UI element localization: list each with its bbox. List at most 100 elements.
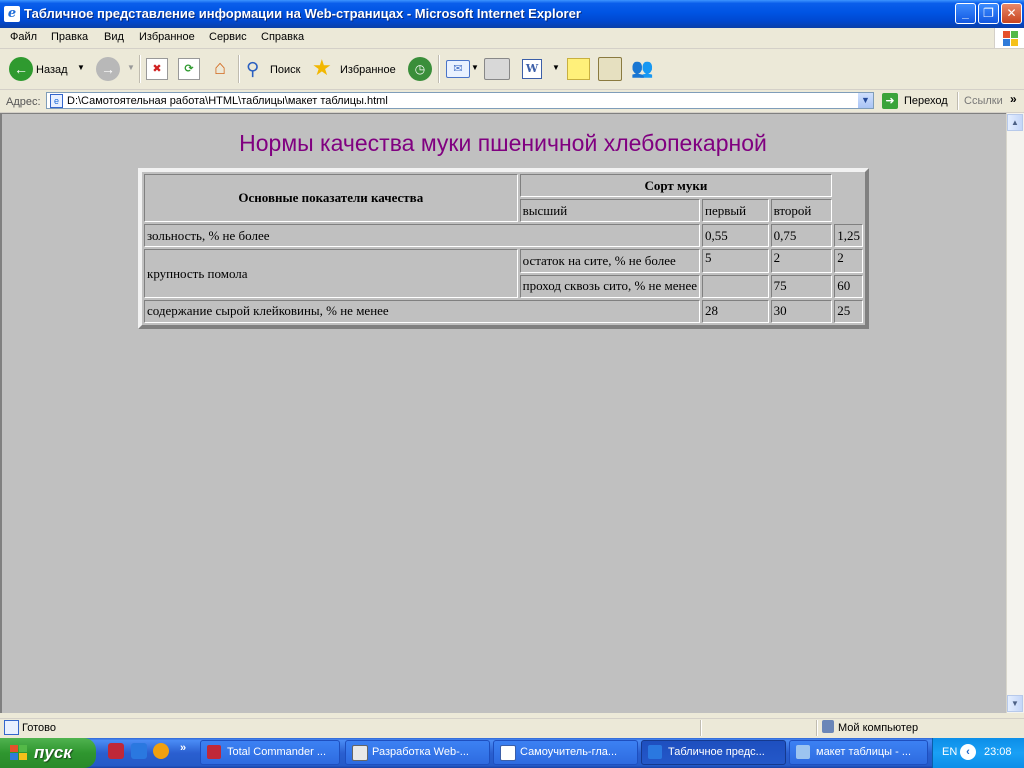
row-label-ash: зольность, % не более — [144, 224, 700, 248]
task-total-commander[interactable]: Total Commander ... — [200, 740, 340, 765]
menu-favorites[interactable]: Избранное — [139, 31, 195, 43]
discuss-note-icon[interactable] — [567, 58, 590, 80]
task-label: макет таблицы - ... — [816, 746, 912, 758]
close-button[interactable]: ✕ — [1001, 3, 1022, 24]
ie-app-icon[interactable]: e — [4, 6, 20, 22]
home-icon[interactable]: ⌂ — [208, 57, 232, 79]
word-edit-icon[interactable]: W — [522, 59, 542, 79]
toolbar-separator — [957, 92, 959, 110]
cell-value: 60 — [834, 274, 863, 298]
task-label: Самоучитель-гла... — [520, 746, 618, 758]
page-heading: Нормы качества муки пшеничной хлебопекар… — [239, 130, 767, 156]
scroll-up-arrow-icon[interactable]: ▲ — [1007, 114, 1023, 131]
quicklaunch-media-player-icon[interactable] — [153, 743, 169, 759]
back-arrow-icon[interactable]: ← — [9, 57, 33, 81]
my-computer-icon — [822, 720, 834, 733]
stop-icon[interactable]: ✖ — [146, 58, 168, 80]
task-label: Табличное предс... — [668, 746, 765, 758]
cell-value: 75 — [770, 274, 833, 298]
notepad-icon — [796, 745, 810, 759]
header-main-indicators: Основные показатели качества — [144, 174, 518, 223]
go-button-label[interactable]: Переход — [904, 95, 948, 107]
page-status-icon — [4, 720, 19, 735]
vertical-scrollbar[interactable] — [1006, 113, 1024, 713]
menu-view[interactable]: Вид — [104, 31, 124, 43]
menu-help[interactable]: Справка — [261, 31, 304, 43]
quicklaunch-more-icon[interactable]: » — [180, 742, 186, 754]
search-icon[interactable]: ⚲ — [246, 58, 268, 80]
status-divider — [816, 720, 818, 736]
quicklaunch-app-icon[interactable] — [108, 743, 124, 759]
total-commander-icon — [207, 745, 221, 759]
task-web-dev[interactable]: Разработка Web-... — [345, 740, 490, 765]
back-button-label[interactable]: Назад — [36, 64, 68, 76]
refresh-icon[interactable]: ⟳ — [178, 58, 200, 80]
cell-value: 2 — [770, 249, 833, 273]
menu-tools[interactable]: Сервис — [209, 31, 247, 43]
address-value[interactable]: D:\Самотоятельная работа\HTML\таблицы\ма… — [67, 95, 388, 107]
forward-arrow-icon[interactable]: → — [96, 57, 120, 81]
minimize-button[interactable]: _ — [955, 3, 976, 24]
cell-value: 0,55 — [702, 224, 769, 248]
menu-edit[interactable]: Правка — [51, 31, 88, 43]
edit-dropdown-icon[interactable]: ▼ — [552, 63, 560, 72]
status-divider — [700, 720, 702, 736]
history-icon[interactable]: ◷ — [408, 57, 432, 81]
toolbar-separator — [438, 55, 440, 83]
mail-icon[interactable]: ✉ — [446, 60, 470, 78]
quicklaunch-ie-icon[interactable] — [131, 743, 147, 759]
word-icon — [500, 745, 516, 761]
window-title: Табличное представление информации на We… — [24, 6, 581, 21]
task-ie-table[interactable]: Табличное предс... — [641, 740, 786, 765]
windows-flag-icon — [10, 745, 27, 760]
research-icon[interactable] — [598, 57, 622, 81]
scroll-down-arrow-icon[interactable]: ▼ — [1007, 695, 1023, 712]
cell-value — [702, 274, 769, 298]
menu-file[interactable]: Файл — [10, 31, 37, 43]
favorites-button-label[interactable]: Избранное — [340, 64, 396, 76]
grade-first: первый — [702, 199, 769, 223]
forward-dropdown-icon[interactable]: ▼ — [127, 63, 135, 72]
restore-icon: ❐ — [983, 6, 994, 20]
window-icon — [352, 745, 368, 761]
task-notepad[interactable]: макет таблицы - ... — [789, 740, 928, 765]
task-label: Разработка Web-... — [372, 746, 469, 758]
language-indicator[interactable]: EN — [942, 746, 957, 758]
toolbar-separator — [139, 55, 141, 83]
header-flour-grade: Сорт муки — [519, 174, 833, 198]
cell-value: 2 — [834, 249, 863, 273]
table-row: содержание сырой клейковины, % не менее … — [144, 299, 863, 323]
cell-value: 30 — [770, 299, 833, 323]
minimize-icon: _ — [962, 6, 969, 20]
search-button-label[interactable]: Поиск — [270, 64, 300, 76]
page-icon: e — [50, 94, 63, 108]
cell-value: 0,75 — [770, 224, 833, 248]
links-chevron-icon[interactable]: » — [1010, 92, 1017, 106]
table-header-row: Основные показатели качества Сорт муки — [144, 174, 863, 223]
messenger-icon[interactable]: 👥 — [631, 57, 655, 79]
clock: 23:08 — [984, 746, 1012, 758]
table-row: крупность помола остаток на сите, % не б… — [144, 249, 863, 298]
table-row: зольность, % не более 0,55 0,75 1,25 — [144, 224, 863, 248]
address-input[interactable]: e D:\Самотоятельная работа\HTML\таблицы\… — [46, 92, 874, 109]
security-zone-label: Мой компьютер — [838, 722, 919, 734]
row-label-gluten: содержание сырой клейковины, % не менее — [144, 299, 700, 323]
close-icon: ✕ — [1006, 6, 1017, 20]
address-dropdown-icon[interactable]: ▼ — [858, 93, 873, 108]
favorites-star-icon[interactable]: ★ — [312, 56, 336, 80]
row-label-sieve-pass: проход сквозь сито, % не менее — [519, 274, 700, 298]
links-label[interactable]: Ссылки — [964, 95, 1003, 107]
tray-expand-chevron-icon[interactable]: ‹ — [960, 744, 976, 760]
go-arrow-icon[interactable]: ➜ — [882, 93, 898, 109]
quality-norms-table: Основные показатели качества Сорт муки в… — [138, 168, 869, 329]
windows-logo-icon — [994, 28, 1024, 48]
mail-dropdown-icon[interactable]: ▼ — [471, 63, 479, 72]
back-dropdown-icon[interactable]: ▼ — [77, 63, 85, 72]
task-tutorial[interactable]: Самоучитель-гла... — [493, 740, 638, 765]
row-label-sieve-residue: остаток на сите, % не более — [519, 249, 700, 273]
restore-button[interactable]: ❐ — [978, 3, 999, 24]
status-text: Готово — [22, 722, 56, 734]
grade-highest: высший — [519, 199, 700, 223]
grade-second: второй — [770, 199, 833, 223]
print-icon[interactable] — [484, 58, 510, 80]
